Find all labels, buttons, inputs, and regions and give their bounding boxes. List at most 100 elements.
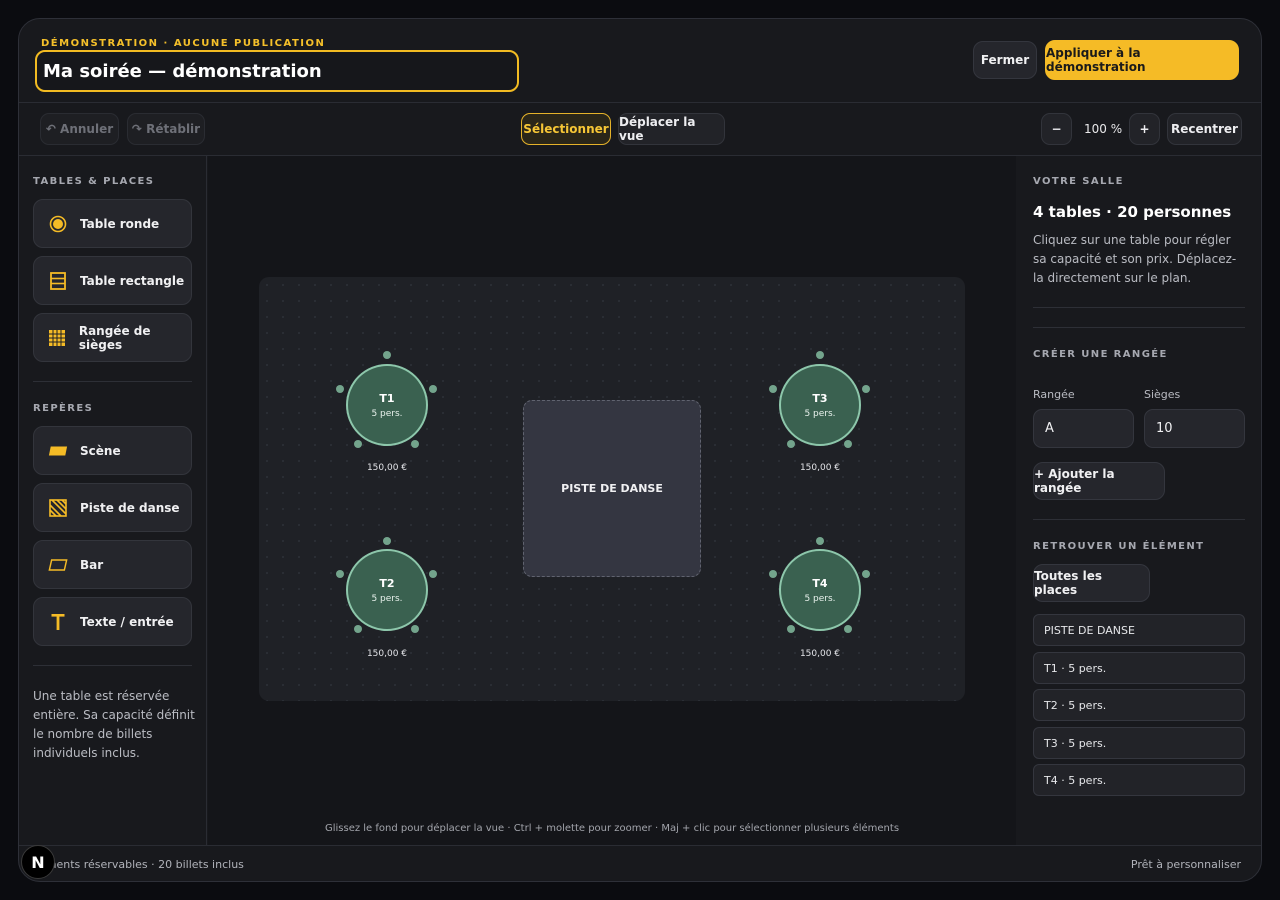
row-input[interactable]: A xyxy=(1033,409,1134,448)
table-capacity: 5 pers. xyxy=(371,593,403,604)
room-section-title: VOTRE SALLE xyxy=(1033,176,1124,187)
list-item[interactable]: T2 · 5 pers. xyxy=(1033,689,1245,721)
tables-section-title: TABLES & PLACES xyxy=(33,176,155,187)
seat xyxy=(769,570,777,578)
seat xyxy=(816,351,824,359)
room-summary: 4 tables · 20 personnes xyxy=(1033,203,1232,221)
table-name: T2 xyxy=(379,576,395,590)
dance-floor-icon xyxy=(48,498,68,518)
rect-table-icon xyxy=(48,271,68,291)
list-item[interactable]: T1 · 5 pers. xyxy=(1033,652,1245,684)
tool-stage[interactable]: Scène xyxy=(33,426,192,475)
close-button[interactable]: Fermer xyxy=(973,41,1037,79)
redo-button[interactable]: ↷ Rétablir xyxy=(127,113,205,145)
next-logo-icon[interactable]: N xyxy=(21,845,55,879)
table-t4[interactable]: T4 5 pers. xyxy=(779,549,861,631)
list-item[interactable]: PISTE DE DANSE xyxy=(1033,614,1245,646)
select-mode-button[interactable]: Sélectionner xyxy=(521,113,611,145)
table-name: T4 xyxy=(812,576,828,590)
divider xyxy=(1033,307,1245,308)
table-t3[interactable]: T3 5 pers. xyxy=(779,364,861,446)
table-disc: T3 5 pers. xyxy=(779,364,861,446)
tool-text[interactable]: Texte / entrée xyxy=(33,597,192,646)
text-icon xyxy=(48,612,68,632)
seats-field-label: Sièges xyxy=(1144,388,1181,401)
seats-input[interactable]: 10 xyxy=(1144,409,1245,448)
table-disc: T4 5 pers. xyxy=(779,549,861,631)
table-disc: T1 5 pers. xyxy=(346,364,428,446)
table-price: 150,00 € xyxy=(799,649,841,659)
table-price: 150,00 € xyxy=(799,463,841,473)
all-places-button[interactable]: Toutes les places xyxy=(1033,564,1150,602)
demo-eyebrow: DÉMONSTRATION · AUCUNE PUBLICATION xyxy=(41,38,326,49)
dance-floor-element[interactable]: PISTE DE DANSE xyxy=(523,400,701,577)
right-panel: VOTRE SALLE 4 tables · 20 personnes Cliq… xyxy=(1017,156,1261,845)
table-name: T3 xyxy=(812,391,828,405)
seat xyxy=(336,385,344,393)
seat xyxy=(862,385,870,393)
status-summary: éments réservables · 20 billets inclus xyxy=(39,858,244,871)
editor-window: DÉMONSTRATION · AUCUNE PUBLICATION Ma so… xyxy=(18,18,1262,882)
apply-button[interactable]: Appliquer à la démonstration xyxy=(1045,40,1239,80)
divider xyxy=(33,665,192,666)
tool-label: Piste de danse xyxy=(80,500,180,515)
seat xyxy=(383,537,391,545)
tool-seat-row[interactable]: Rangée de sièges xyxy=(33,313,192,362)
table-capacity: 5 pers. xyxy=(804,408,836,419)
tool-rect-table[interactable]: Table rectangle xyxy=(33,256,192,305)
table-t2[interactable]: T2 5 pers. xyxy=(346,549,428,631)
table-name: T1 xyxy=(379,391,395,405)
status-bar: éments réservables · 20 billets inclus P… xyxy=(19,845,1261,881)
seat xyxy=(336,570,344,578)
tool-label: Table rectangle xyxy=(80,273,185,288)
table-capacity: 5 pers. xyxy=(804,593,836,604)
add-row-button[interactable]: + Ajouter la rangée xyxy=(1033,462,1165,500)
room-help-text: Cliquez sur une table pour régler sa cap… xyxy=(1033,233,1237,285)
table-capacity: 5 pers. xyxy=(371,408,403,419)
seat xyxy=(769,385,777,393)
tool-round-table[interactable]: Table ronde xyxy=(33,199,192,248)
event-title-text: Ma soirée — démonstration xyxy=(43,60,322,82)
row-field-label: Rangée xyxy=(1033,388,1075,401)
divider xyxy=(1033,519,1245,520)
tool-dance-floor[interactable]: Piste de danse xyxy=(33,483,192,532)
seat xyxy=(383,351,391,359)
room-plan[interactable]: PISTE DE DANSE T1 5 pers. 150,00 € T2 5 … xyxy=(259,277,965,701)
tool-label: Scène xyxy=(80,443,121,458)
divider xyxy=(33,381,192,382)
seat xyxy=(816,537,824,545)
tool-label: Rangée de sièges xyxy=(78,323,151,352)
table-disc: T2 5 pers. xyxy=(346,549,428,631)
header: DÉMONSTRATION · AUCUNE PUBLICATION Ma so… xyxy=(19,19,1261,103)
tool-label: Texte / entrée xyxy=(80,614,174,629)
left-sidebar: TABLES & PLACES Table ronde Table rectan… xyxy=(19,156,207,845)
floor-plan-canvas[interactable]: PISTE DE DANSE T1 5 pers. 150,00 € T2 5 … xyxy=(208,156,1016,845)
create-row-title: CRÉER UNE RANGÉE xyxy=(1033,349,1168,360)
canvas-hint: Glissez le fond pour déplacer la vue · C… xyxy=(324,823,900,834)
zoom-out-button[interactable]: − xyxy=(1041,113,1072,145)
seat-row-icon xyxy=(48,328,67,348)
stage-icon xyxy=(48,441,68,461)
seat xyxy=(429,385,437,393)
pan-mode-button[interactable]: Déplacer la vue xyxy=(618,113,725,145)
seat xyxy=(862,570,870,578)
tool-bar[interactable]: Bar xyxy=(33,540,192,589)
markers-section-title: REPÈRES xyxy=(33,403,94,414)
status-ready: Prêt à personnaliser xyxy=(1130,858,1241,871)
undo-button[interactable]: ↶ Annuler xyxy=(40,113,119,145)
table-price: 150,00 € xyxy=(366,649,408,659)
find-section-title: RETROUVER UN ÉLÉMENT xyxy=(1033,541,1205,552)
list-item[interactable]: T3 · 5 pers. xyxy=(1033,727,1245,759)
table-t1[interactable]: T1 5 pers. xyxy=(346,364,428,446)
zoom-in-button[interactable]: + xyxy=(1129,113,1160,145)
list-item[interactable]: T4 · 5 pers. xyxy=(1033,764,1245,796)
event-title-input[interactable]: Ma soirée — démonstration xyxy=(35,50,519,92)
tool-label: Bar xyxy=(80,557,104,572)
table-note: Une table est réservée entière. Sa capac… xyxy=(33,689,195,760)
bar-icon xyxy=(48,555,68,575)
divider xyxy=(1033,327,1245,328)
round-table-icon xyxy=(48,214,68,234)
recenter-button[interactable]: Recentrer xyxy=(1167,113,1242,145)
table-price: 150,00 € xyxy=(366,463,408,473)
seat xyxy=(429,570,437,578)
